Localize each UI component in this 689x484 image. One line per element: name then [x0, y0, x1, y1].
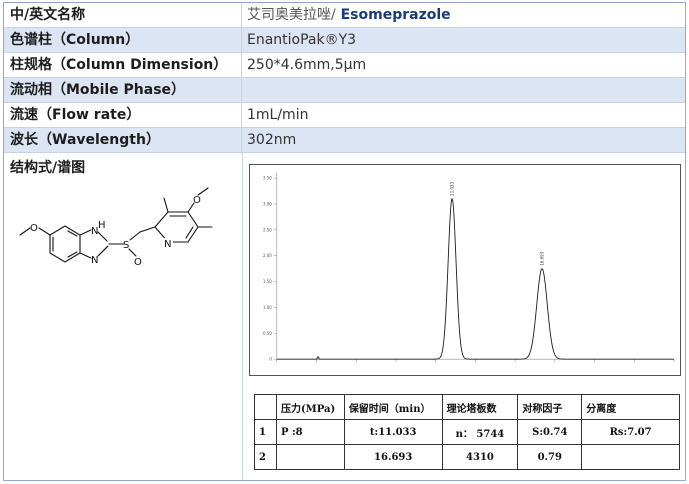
- y-tick-label: 1.00: [263, 305, 272, 310]
- results-cell: t:11.033: [343, 419, 443, 445]
- molecule-structure: O N H N S O O N: [19, 187, 213, 268]
- y-tick-label: 3.00: [263, 201, 272, 206]
- results-header-row: 压力(MPa) 保留时间（min） 理论塔板数 对称因子 分离度: [254, 394, 680, 420]
- row-label: 中/英文名称: [4, 3, 242, 27]
- results-header-cell: 对称因子: [517, 394, 583, 420]
- name-cn: 艾司奥美拉唑/: [247, 7, 336, 23]
- row-mobile-phase: 流动相（Mobile Phase）: [4, 78, 685, 103]
- peak-label: 11.033: [450, 182, 455, 196]
- atom-sulfur: S: [123, 240, 129, 251]
- name-en: Esomeprazole: [335, 7, 451, 23]
- results-cell: 16.693: [343, 444, 443, 470]
- chromatogram: 0 0.50 1.00 1.50 2.00 2.50 3.00 3.50 11.033 16.69…: [249, 164, 681, 376]
- row-label: 色谱柱（Column）: [4, 28, 242, 52]
- y-tick-label: 2.00: [263, 253, 272, 258]
- row-label: 波长（Wavelength）: [4, 128, 242, 152]
- y-tick-label: 0: [269, 357, 272, 362]
- row-value: 250*4.6mm,5μm: [247, 57, 367, 73]
- results-row: 2 16.693 4310 0.79: [254, 444, 680, 470]
- atom-n-imidazole: N: [91, 255, 98, 266]
- row-column: 色谱柱（Column） EnantioPak®Y3: [4, 28, 685, 53]
- chromatogram-trace: [276, 197, 675, 360]
- atom-o-sulfoxide: O: [134, 257, 142, 268]
- row-value: 1mL/min: [247, 107, 309, 123]
- row-label: 流速（Flow rate）: [4, 103, 242, 127]
- row-wavelength: 波长（Wavelength） 302nm: [4, 128, 685, 153]
- results-cell: [275, 444, 345, 470]
- row-value: EnantioPak®Y3: [247, 32, 357, 48]
- y-tick-label: 0.50: [263, 331, 272, 336]
- row-name: 中/英文名称 艾司奥美拉唑/ Esomeprazole: [4, 3, 685, 28]
- results-header-cell: 分离度: [581, 394, 680, 420]
- column-divider: [242, 153, 243, 480]
- row-label: 流动相（Mobile Phase）: [4, 78, 242, 102]
- results-row: 1P :8 t:11.033 n： 5744 S:0.74 Rs:7.07: [254, 419, 680, 445]
- results-table: 压力(MPa) 保留时间（min） 理论塔板数 对称因子 分离度 1 P :8 t:11.03…: [254, 394, 680, 470]
- atom-h: H: [98, 220, 106, 231]
- row-flow-rate: 流速（Flow rate） 1mL/min: [4, 103, 685, 128]
- structure-label: 结构式/谱图: [10, 160, 86, 176]
- atom-o-pyridine-methoxy: O: [193, 195, 201, 206]
- y-tick-label: 3.50: [263, 176, 272, 181]
- row-dimension: 柱规格（Column Dimension） 250*4.6mm,5μm: [4, 53, 685, 78]
- results-cell: P :8: [275, 419, 345, 445]
- results-cell: 2: [254, 444, 277, 470]
- row-value: 艾司奥美拉唑/ Esomeprazole: [247, 3, 451, 27]
- results-cell: n： 5744: [441, 419, 519, 445]
- results-cell: [581, 444, 680, 470]
- results-cell: 4310: [441, 444, 519, 470]
- results-header-cell: 压力(MPa): [275, 394, 345, 420]
- atom-o-methoxy: O: [30, 223, 38, 234]
- results-header-cell: 理论塔板数: [441, 394, 519, 420]
- spec-sheet: 中/英文名称 艾司奥美拉唑/ Esomeprazole 色谱柱（Column） …: [3, 2, 686, 481]
- results-header-cell: [254, 394, 277, 420]
- results-cell: 1: [254, 419, 277, 445]
- results-cell: Rs:7.07: [581, 419, 680, 445]
- row-label: 柱规格（Column Dimension）: [4, 53, 242, 77]
- y-tick-label: 1.50: [263, 279, 272, 284]
- atom-n-pyridine: N: [164, 239, 171, 250]
- results-cell: 0.79: [517, 444, 583, 470]
- y-tick-label: 2.50: [263, 227, 272, 232]
- peak-label: 16.693: [540, 251, 545, 265]
- results-cell: S:0.74: [517, 419, 583, 445]
- row-value: 302nm: [247, 132, 297, 148]
- results-header-cell: 保留时间（min）: [343, 394, 443, 420]
